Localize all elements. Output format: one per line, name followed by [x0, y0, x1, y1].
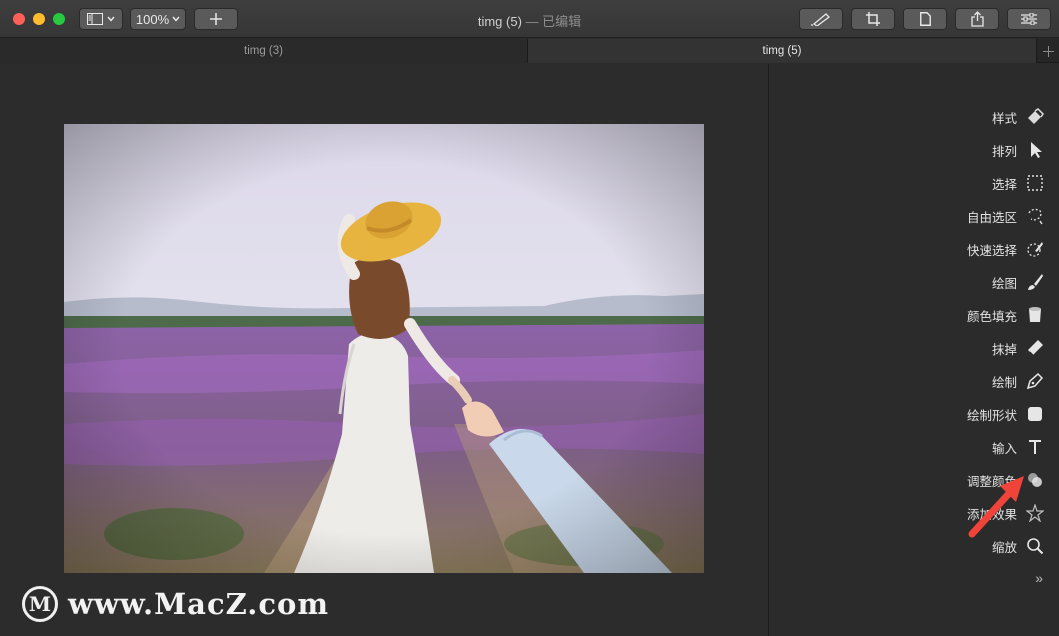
pen-icon	[1025, 371, 1045, 391]
more-tools-button[interactable]: »	[1035, 570, 1043, 586]
photo-artwork	[64, 124, 704, 573]
paint-bucket-icon	[1025, 305, 1045, 325]
tab-bar: timg (3) timg (5)	[0, 39, 1059, 63]
style-icon	[1025, 107, 1045, 127]
marquee-select-icon	[1025, 173, 1045, 193]
watermark-logo: M	[22, 586, 58, 622]
tab-timg-5[interactable]: timg (5)	[528, 39, 1036, 63]
arrow-pointer-icon	[1025, 140, 1045, 160]
quick-select-icon	[1025, 239, 1045, 259]
text-icon	[1025, 437, 1045, 457]
watermark-text: www.MacZ.com	[68, 587, 330, 621]
tool-draw[interactable]: 绘制	[992, 367, 1045, 395]
document-image[interactable]	[64, 124, 704, 573]
edited-status: — 已编辑	[521, 14, 582, 29]
tool-select[interactable]: 选择	[992, 169, 1045, 197]
sidebar-icon	[87, 13, 103, 25]
tool-label: 样式	[991, 111, 1017, 126]
add-button[interactable]	[194, 8, 238, 30]
crop-button[interactable]	[851, 8, 895, 30]
eraser-icon	[1025, 338, 1045, 358]
watermark: M www.MacZ.com	[22, 586, 329, 622]
tool-style[interactable]: 样式	[992, 103, 1045, 131]
zoom-window-button[interactable]	[53, 13, 65, 25]
tool-erase[interactable]: 抹掉	[992, 334, 1045, 362]
tool-label: 选择	[991, 177, 1017, 192]
tool-quick-select[interactable]: 快速选择	[967, 235, 1045, 263]
tool-label: 绘图	[991, 276, 1017, 291]
tool-label: 自由选区	[966, 210, 1017, 225]
tool-text[interactable]: 输入	[992, 433, 1045, 461]
minimize-window-button[interactable]	[33, 13, 45, 25]
tool-brush[interactable]: 绘图	[992, 268, 1045, 296]
tool-arrange[interactable]: 排列	[992, 136, 1045, 164]
chevron-down-icon	[172, 16, 180, 22]
shape-icon	[1025, 404, 1045, 424]
lasso-icon	[1025, 206, 1045, 226]
document-icon	[919, 12, 931, 26]
plus-icon	[210, 13, 222, 25]
tool-label: 绘制	[991, 375, 1017, 390]
watermark-logo-letter: M	[28, 592, 52, 616]
zoom-select[interactable]: 100%	[130, 8, 186, 30]
tab-timg-3[interactable]: timg (3)	[0, 39, 528, 63]
tool-lasso[interactable]: 自由选区	[967, 202, 1045, 230]
crop-icon	[866, 12, 880, 26]
annotation-arrow-icon	[966, 470, 1030, 545]
tool-label: 输入	[991, 441, 1017, 456]
share-button[interactable]	[955, 8, 999, 30]
tool-label: 抹掉	[991, 342, 1017, 357]
adjustments-button[interactable]	[1007, 8, 1051, 30]
plus-icon	[1042, 45, 1054, 57]
brush-icon	[1025, 272, 1045, 292]
chevron-down-icon	[107, 16, 115, 22]
marker-pen-icon	[811, 13, 830, 26]
tool-label: 快速选择	[966, 243, 1017, 258]
document-name: timg (5)	[477, 14, 522, 29]
sidebar-toggle-button[interactable]	[79, 8, 123, 30]
tool-label: 绘制形状	[966, 408, 1017, 423]
zoom-value: 100%	[135, 11, 170, 27]
tool-fill[interactable]: 颜色填充	[967, 301, 1045, 329]
sliders-icon	[1021, 13, 1037, 25]
close-window-button[interactable]	[13, 13, 25, 25]
new-tab-button[interactable]	[1036, 39, 1059, 63]
tool-label: 排列	[991, 144, 1017, 159]
image-canvas[interactable]: M www.MacZ.com	[0, 64, 768, 636]
tool-label: 颜色填充	[966, 309, 1017, 324]
share-icon	[970, 11, 984, 27]
tool-shapes[interactable]: 绘制形状	[967, 400, 1045, 428]
tools-panel: 样式 排列 选择 自由选区 快速选择 绘图 颜色填充 抹掉 绘制 绘制形状 输入…	[768, 64, 1059, 636]
markup-button[interactable]	[799, 8, 843, 30]
document-button[interactable]	[903, 8, 947, 30]
title-bar: 100% timg (5) — 已编辑	[0, 0, 1059, 38]
